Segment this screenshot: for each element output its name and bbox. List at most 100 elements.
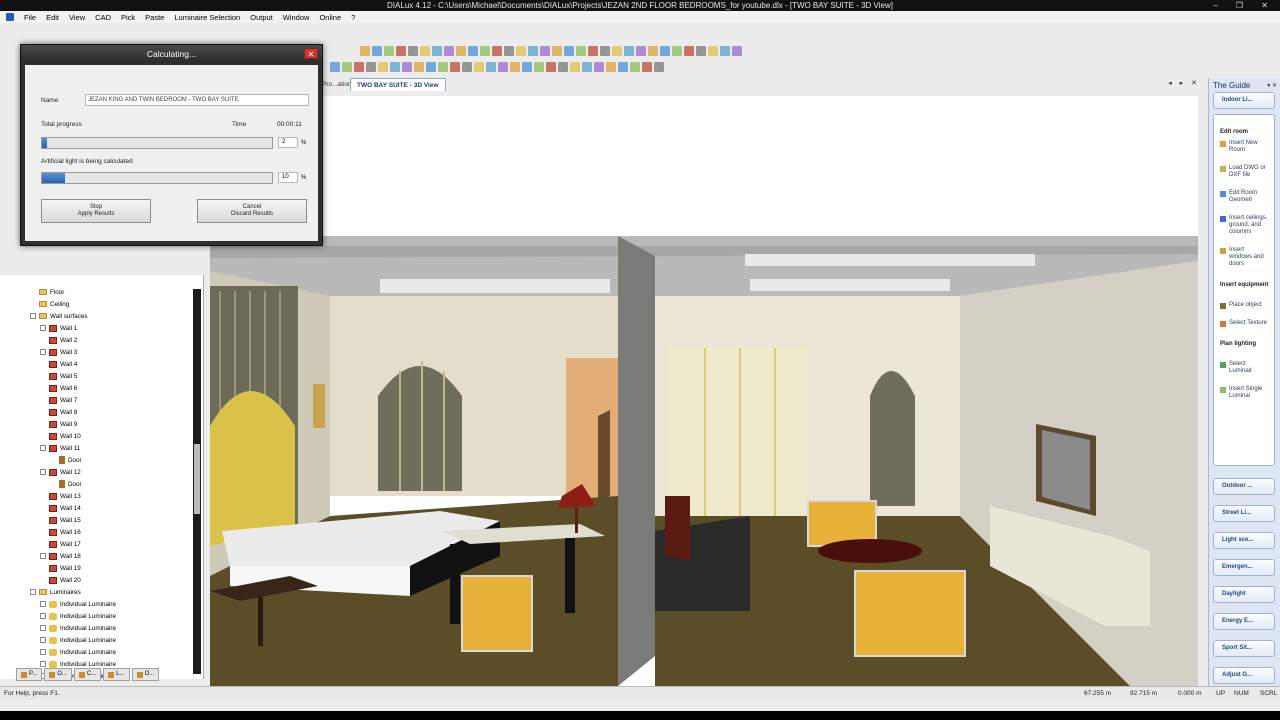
toolbar-button[interactable]	[600, 46, 610, 56]
cancel-discard-results-button[interactable]: Cancel Discard Results	[197, 199, 307, 223]
toolbar-button[interactable]	[456, 46, 466, 56]
toolbar-button[interactable]	[570, 62, 580, 72]
menu-window[interactable]: Window	[283, 13, 310, 22]
toolbar-button[interactable]	[366, 62, 376, 72]
toolbar-button[interactable]	[330, 62, 340, 72]
tree-item[interactable]: Wall 10	[40, 430, 81, 442]
app-icon[interactable]	[6, 13, 14, 21]
toolbar-button[interactable]	[564, 46, 574, 56]
menu-file[interactable]: File	[24, 13, 36, 22]
menu-pick[interactable]: Pick	[121, 13, 135, 22]
toolbar-button[interactable]	[588, 46, 598, 56]
toolbar-button[interactable]	[552, 46, 562, 56]
left-tab-2[interactable]: C...	[73, 668, 102, 681]
toolbar-button[interactable]	[696, 46, 706, 56]
toolbar-button[interactable]	[522, 62, 532, 72]
left-tab-0[interactable]: P...	[16, 668, 43, 681]
expand-icon[interactable]	[40, 661, 46, 667]
tree-item[interactable]: Luminaires	[30, 586, 81, 598]
tree-scrollbar[interactable]	[193, 289, 201, 674]
guide-link[interactable]: Place object	[1220, 302, 1268, 309]
tree-item[interactable]: Wall 5	[40, 370, 77, 382]
toolbar-button[interactable]	[612, 46, 622, 56]
tree-item[interactable]: Wall 9	[40, 418, 77, 430]
tree-item[interactable]: Wall 8	[40, 406, 77, 418]
toolbar-button[interactable]	[360, 46, 370, 56]
tab-3d-view[interactable]: TWO BAY SUITE - 3D View	[350, 78, 446, 91]
toolbar-button[interactable]	[492, 46, 502, 56]
dialog-close-button[interactable]: ✕	[304, 48, 318, 59]
tree-item[interactable]: Individual Luminaire	[40, 610, 116, 622]
toolbar-button[interactable]	[498, 62, 508, 72]
guide-link[interactable]: Insert windows and doors	[1220, 247, 1268, 268]
expand-icon[interactable]	[40, 649, 46, 655]
tree-item[interactable]: Wall 20	[40, 574, 81, 586]
expand-icon[interactable]	[40, 445, 46, 451]
tree-item[interactable]: Wall 6	[40, 382, 77, 394]
expand-icon[interactable]	[30, 589, 36, 595]
menu-online[interactable]: Online	[319, 13, 341, 22]
tree-item[interactable]: Wall 11	[40, 442, 80, 454]
tree-item[interactable]: Door	[50, 478, 82, 490]
toolbar-button[interactable]	[450, 62, 460, 72]
3d-view-canvas[interactable]	[210, 96, 1198, 686]
tree-item[interactable]: Wall 3	[40, 346, 77, 358]
guide-section[interactable]: Energy E...	[1213, 613, 1275, 630]
guide-link[interactable]: Select Texture	[1220, 320, 1268, 327]
guide-section[interactable]: Street Li...	[1213, 505, 1275, 522]
toolbar-button[interactable]	[576, 46, 586, 56]
toolbar-button[interactable]	[624, 46, 634, 56]
guide-section[interactable]: Adjust G...	[1213, 667, 1275, 684]
toolbar-button[interactable]	[402, 62, 412, 72]
toolbar-button[interactable]	[342, 62, 352, 72]
stop-apply-results-button[interactable]: Stop Apply Results	[41, 199, 151, 223]
menu-edit[interactable]: Edit	[46, 13, 59, 22]
toolbar-button[interactable]	[372, 46, 382, 56]
guide-link[interactable]: Insert ceilings, ground, and columns	[1220, 215, 1268, 236]
expand-icon[interactable]	[40, 553, 46, 559]
expand-icon[interactable]	[30, 313, 36, 319]
left-tab-1[interactable]: O...	[44, 668, 72, 681]
toolbar-button[interactable]	[390, 62, 400, 72]
guide-controls[interactable]: ▾ ✕	[1267, 82, 1277, 89]
toolbar-button[interactable]	[426, 62, 436, 72]
left-tab-4[interactable]: O...	[131, 668, 160, 681]
tree-item[interactable]: Wall 16	[40, 526, 81, 538]
toolbar-button[interactable]	[474, 62, 484, 72]
toolbar-button[interactable]	[420, 46, 430, 56]
toolbar-button[interactable]	[720, 46, 730, 56]
tree-item[interactable]: Individual Luminaire	[40, 634, 116, 646]
guide-link[interactable]: Insert Single Luminai	[1220, 386, 1268, 400]
expand-icon[interactable]	[40, 637, 46, 643]
toolbar-button[interactable]	[384, 46, 394, 56]
toolbar-button[interactable]	[732, 46, 742, 56]
toolbar-button[interactable]	[378, 62, 388, 72]
tree-item[interactable]: Wall surfaces	[30, 310, 88, 322]
tree-item[interactable]: Individual Luminaire	[40, 622, 116, 634]
tree-item[interactable]: Wall 17	[40, 538, 81, 550]
menu-cad[interactable]: CAD	[95, 13, 111, 22]
toolbar-button[interactable]	[414, 62, 424, 72]
tab-controls[interactable]: ◂ ▸ ✕	[1168, 79, 1200, 87]
tree-item[interactable]: Wall 13	[40, 490, 81, 502]
guide-section[interactable]: Daylight	[1213, 586, 1275, 603]
toolbar-button[interactable]	[486, 62, 496, 72]
tree-item[interactable]: Wall 12	[40, 466, 81, 478]
tree-item[interactable]: Wall 7	[40, 394, 77, 406]
window-controls[interactable]: – ❐ ✕	[1213, 0, 1276, 11]
expand-icon[interactable]	[40, 601, 46, 607]
toolbar-button[interactable]	[642, 62, 652, 72]
tree-item[interactable]: Wall 15	[40, 514, 81, 526]
toolbar-button[interactable]	[468, 46, 478, 56]
guide-section-indoor[interactable]: Indoor Li...	[1213, 92, 1275, 109]
menu-luminaire-selection[interactable]: Luminaire Selection	[174, 13, 240, 22]
toolbar-button[interactable]	[432, 46, 442, 56]
toolbar-button[interactable]	[528, 46, 538, 56]
menu-view[interactable]: View	[69, 13, 85, 22]
tree-item[interactable]: Wall 2	[40, 334, 77, 346]
toolbar-button[interactable]	[672, 46, 682, 56]
tree-item[interactable]: Individual Luminaire	[40, 646, 116, 658]
menu-output[interactable]: Output	[250, 13, 273, 22]
menu-paste[interactable]: Paste	[145, 13, 164, 22]
guide-link[interactable]: Insert New Room	[1220, 140, 1268, 154]
